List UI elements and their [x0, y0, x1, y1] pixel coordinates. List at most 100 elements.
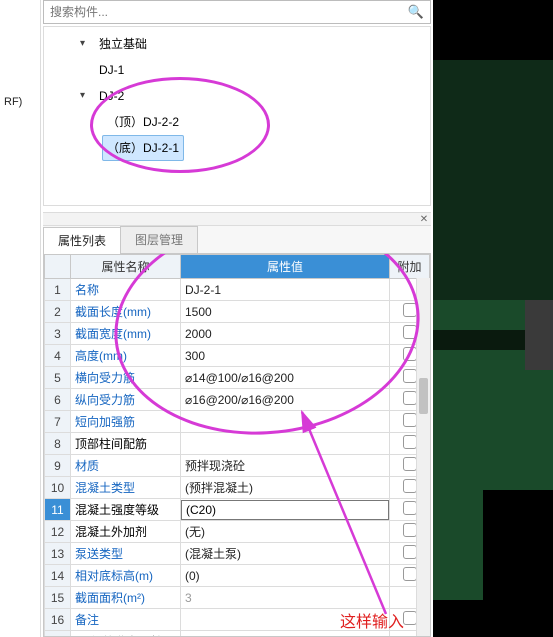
- append-checkbox[interactable]: [403, 303, 417, 317]
- row-number: 11: [45, 499, 71, 521]
- table-row[interactable]: 17+钢筋业务属性: [45, 631, 430, 637]
- append-checkbox[interactable]: [403, 567, 417, 581]
- prop-value-cell[interactable]: 3: [181, 587, 390, 609]
- prop-value-cell[interactable]: 1500: [181, 301, 390, 323]
- append-checkbox[interactable]: [403, 523, 417, 537]
- prop-value-cell[interactable]: DJ-2-1: [181, 279, 390, 301]
- prop-value-cell[interactable]: 300: [181, 345, 390, 367]
- header-prop-name: 属性名称: [71, 255, 181, 279]
- append-checkbox[interactable]: [403, 611, 417, 625]
- row-number: 4: [45, 345, 71, 367]
- tab-layers[interactable]: 图层管理: [120, 226, 198, 253]
- prop-value-cell[interactable]: [181, 609, 390, 631]
- table-row[interactable]: 13 泵送类型 (混凝土泵): [45, 543, 430, 565]
- prop-name-label: 截面长度(mm): [75, 305, 151, 319]
- tree-item-dj1[interactable]: DJ-1: [94, 57, 129, 83]
- table-row[interactable]: 8顶部柱间配筋: [45, 433, 430, 455]
- property-grid[interactable]: 属性名称 属性值 附加 1名称DJ-2-12截面长度(mm)15003截面宽度(…: [44, 254, 430, 637]
- row-number: 10: [45, 477, 71, 499]
- append-checkbox[interactable]: [403, 369, 417, 383]
- append-checkbox[interactable]: [403, 391, 417, 405]
- prop-name-cell: 截面长度(mm): [71, 301, 181, 323]
- prop-name-cell: 截面宽度(mm): [71, 323, 181, 345]
- row-number: 9: [45, 455, 71, 477]
- table-row[interactable]: 14 相对底标高(m) (0): [45, 565, 430, 587]
- prop-value-cell[interactable]: ⌀14@100/⌀16@200: [181, 367, 390, 389]
- row-number: 7: [45, 411, 71, 433]
- tree-item-dj2[interactable]: DJ-2: [94, 83, 129, 109]
- panel-splitter[interactable]: ✕: [43, 212, 431, 226]
- prop-name-label: 短向加强筋: [75, 415, 135, 429]
- prop-name-label: 截面宽度(mm): [75, 327, 151, 341]
- table-row[interactable]: 12混凝土外加剂(无): [45, 521, 430, 543]
- prop-value-cell[interactable]: [181, 499, 390, 521]
- prop-value-cell[interactable]: (混凝土泵): [181, 543, 390, 565]
- row-number: 13: [45, 543, 71, 565]
- tree-root-label[interactable]: 独立基础: [94, 31, 152, 57]
- prop-name-label: 相对底标高(m): [75, 569, 153, 583]
- prop-name-cell: 材质: [71, 455, 181, 477]
- tab-properties[interactable]: 属性列表: [43, 227, 121, 254]
- prop-value-cell[interactable]: [181, 631, 390, 637]
- tree-item-dj2-top[interactable]: （顶）DJ-2-2: [102, 109, 184, 135]
- append-checkbox[interactable]: [403, 435, 417, 449]
- prop-value-cell[interactable]: [181, 433, 390, 455]
- table-row[interactable]: 3 截面宽度(mm) 2000: [45, 323, 430, 345]
- prop-name-cell: +钢筋业务属性: [71, 631, 181, 637]
- table-row[interactable]: 15截面面积(m²)3: [45, 587, 430, 609]
- row-number: 3: [45, 323, 71, 345]
- append-checkbox[interactable]: [403, 501, 417, 515]
- prop-name-label: 横向受力筋: [75, 371, 135, 385]
- component-search-box[interactable]: 🔍: [43, 0, 431, 24]
- table-row[interactable]: 16备注: [45, 609, 430, 631]
- append-checkbox[interactable]: [403, 545, 417, 559]
- prop-value-input[interactable]: [181, 500, 389, 520]
- append-checkbox[interactable]: [403, 457, 417, 471]
- caret-down-icon: ▾: [80, 33, 90, 55]
- prop-value-cell[interactable]: 预拌现浇砼: [181, 455, 390, 477]
- prop-name-cell: 短向加强筋: [71, 411, 181, 433]
- append-checkbox[interactable]: [403, 479, 417, 493]
- prop-name-cell: 混凝土外加剂: [71, 521, 181, 543]
- prop-value-cell[interactable]: ⌀16@200/⌀16@200: [181, 389, 390, 411]
- component-tree[interactable]: ▾独立基础 DJ-1 ▾DJ-2 （顶）DJ-2-2 （底）DJ-2-1: [44, 31, 430, 161]
- table-row[interactable]: 5横向受力筋⌀14@100/⌀16@200: [45, 367, 430, 389]
- prop-name-label: 名称: [75, 283, 99, 297]
- prop-name-cell: 纵向受力筋: [71, 389, 181, 411]
- close-icon[interactable]: ✕: [417, 214, 431, 225]
- row-number: 17: [45, 631, 71, 637]
- prop-name-label: 材质: [75, 459, 99, 473]
- append-checkbox[interactable]: [403, 413, 417, 427]
- prop-name-cell: 横向受力筋: [71, 367, 181, 389]
- append-checkbox[interactable]: [403, 347, 417, 361]
- prop-name-label: 泵送类型: [75, 547, 123, 561]
- vertical-scrollbar[interactable]: [416, 278, 430, 636]
- row-number: 2: [45, 301, 71, 323]
- prop-name-label: 混凝土类型: [75, 481, 135, 495]
- append-checkbox[interactable]: [403, 325, 417, 339]
- search-input[interactable]: [50, 5, 402, 19]
- prop-name-cell: 泵送类型: [71, 543, 181, 565]
- prop-value-cell[interactable]: 2000: [181, 323, 390, 345]
- table-row[interactable]: 10 混凝土类型 (预拌混凝土): [45, 477, 430, 499]
- prop-name-label: 顶部柱间配筋: [75, 437, 147, 451]
- 3d-viewport[interactable]: [433, 0, 553, 637]
- prop-value-cell[interactable]: [181, 411, 390, 433]
- prop-value-cell[interactable]: (预拌混凝土): [181, 477, 390, 499]
- table-row[interactable]: 1 名称 DJ-2-1: [45, 279, 430, 301]
- search-icon: 🔍: [408, 4, 424, 20]
- table-row[interactable]: 9 材质 预拌现浇砼: [45, 455, 430, 477]
- tree-item-dj2-bottom[interactable]: （底）DJ-2-1: [102, 135, 184, 161]
- header-append: 附加: [390, 255, 430, 279]
- table-row[interactable]: 2 截面长度(mm) 1500: [45, 301, 430, 323]
- prop-name-cell: 备注: [71, 609, 181, 631]
- prop-name-cell: 顶部柱间配筋: [71, 433, 181, 455]
- table-row[interactable]: 7 短向加强筋: [45, 411, 430, 433]
- table-row[interactable]: 6纵向受力筋⌀16@200/⌀16@200: [45, 389, 430, 411]
- table-row[interactable]: 11混凝土强度等级: [45, 499, 430, 521]
- prop-value-cell[interactable]: (0): [181, 565, 390, 587]
- row-number: 14: [45, 565, 71, 587]
- prop-value-cell[interactable]: (无): [181, 521, 390, 543]
- table-row[interactable]: 4高度(mm)300: [45, 345, 430, 367]
- row-number: 1: [45, 279, 71, 301]
